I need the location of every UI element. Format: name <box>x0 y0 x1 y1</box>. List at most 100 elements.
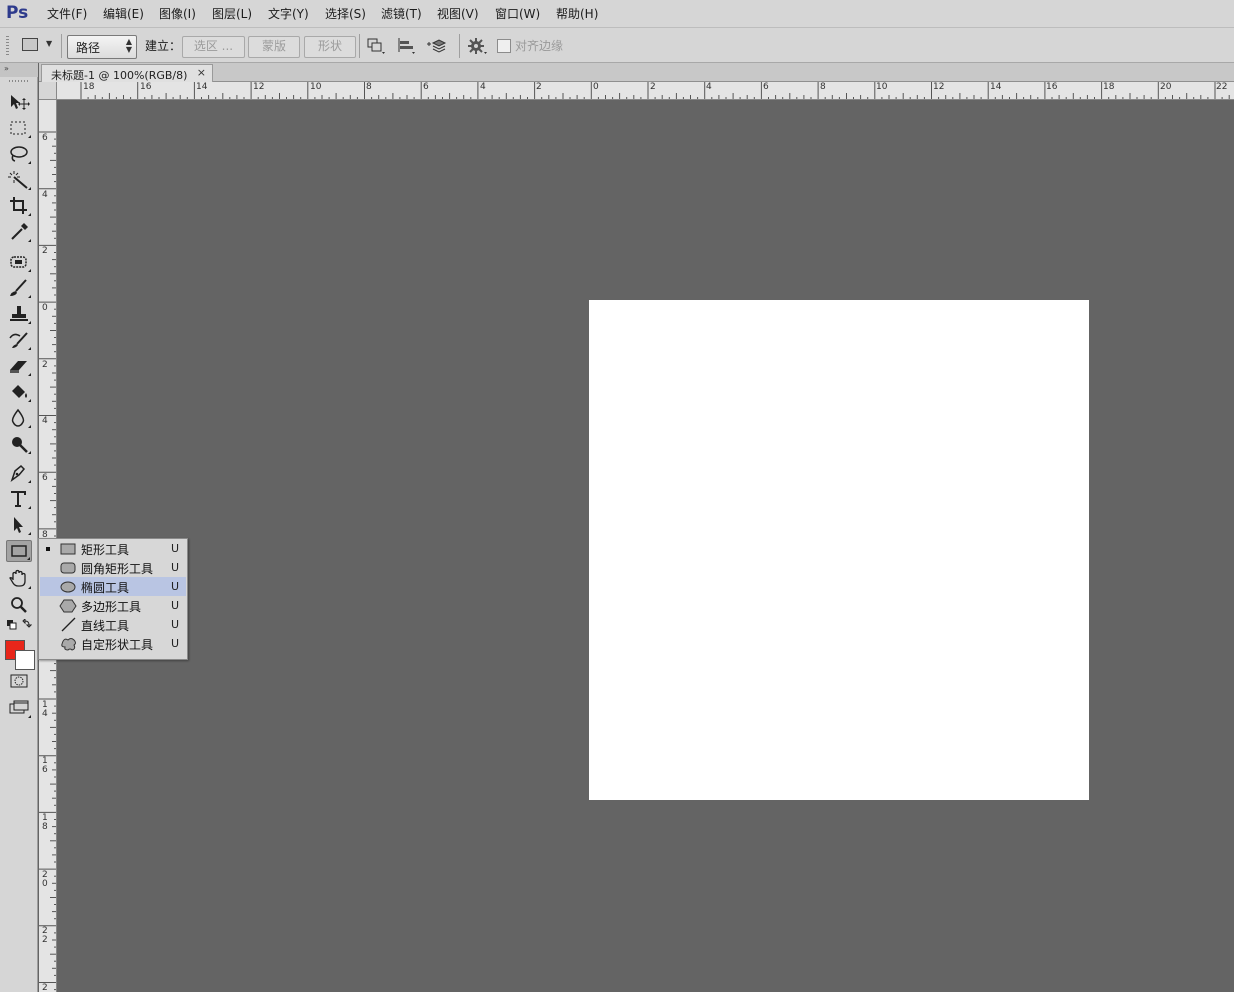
ruler-label: 10 <box>310 82 322 92</box>
options-bar-grip[interactable] <box>6 36 9 56</box>
separator <box>359 34 360 58</box>
path-alignment-icon[interactable] <box>395 36 417 56</box>
menu-filter[interactable]: 滤镜(T) <box>381 5 422 22</box>
flyout-item-shortcut: U <box>171 637 180 650</box>
flyout-item-label: 椭圆工具 <box>81 581 130 595</box>
path-operations-icon[interactable] <box>365 36 387 56</box>
align-edges-checkbox[interactable] <box>497 39 511 53</box>
ruler-label: 6 <box>42 473 48 483</box>
menu-select[interactable]: 选择(S) <box>325 5 366 22</box>
screen-mode-icon[interactable] <box>6 697 32 719</box>
menu-type[interactable]: 文字(Y) <box>268 5 309 22</box>
ruler-label: 4 <box>480 82 486 92</box>
menu-window[interactable]: 窗口(W) <box>495 5 540 22</box>
flyout-item-label: 多边形工具 <box>81 600 142 614</box>
menu-view[interactable]: 视图(V) <box>437 5 479 22</box>
settings-gear-icon[interactable] <box>466 36 488 56</box>
healing-brush-tool-icon[interactable] <box>6 251 32 273</box>
flyout-item-label: 自定形状工具 <box>81 638 154 652</box>
flyout-item-rounded-rectangle-tool[interactable]: 圆角矩形工具 U <box>40 558 186 577</box>
flyout-item-line-tool[interactable]: 直线工具 U <box>40 615 186 634</box>
path-arrangement-icon[interactable] <box>425 36 447 56</box>
menu-image[interactable]: 图像(I) <box>159 5 196 22</box>
flyout-item-shortcut: U <box>171 542 180 555</box>
type-tool-icon[interactable] <box>6 488 32 510</box>
tools-panel-grip[interactable] <box>9 80 29 82</box>
ruler-label: 18 <box>1103 82 1115 92</box>
background-color-swatch[interactable] <box>15 650 35 670</box>
tool-mode-select[interactable]: 路径 ▲ ▼ <box>67 35 137 59</box>
document-tab-title: 未标题-1 @ 100%(RGB/8) <box>51 69 188 82</box>
custom-shape-icon <box>59 636 77 651</box>
ruler-label: 1 8 <box>42 813 48 832</box>
eyedropper-tool-icon[interactable] <box>6 221 32 243</box>
document-canvas[interactable] <box>589 300 1089 800</box>
options-bar: ▼ 路径 ▲ ▼ 建立： 选区 ... 蒙版 形状 对齐边缘 <box>0 27 1234 63</box>
ruler-label: 16 <box>1046 82 1058 92</box>
brush-tool-icon[interactable] <box>6 277 32 299</box>
make-selection-button[interactable]: 选区 ... <box>182 36 245 58</box>
pen-tool-icon[interactable] <box>6 462 32 484</box>
ruler-label: 20 <box>1160 82 1172 92</box>
rounded-rectangle-icon <box>59 560 77 575</box>
ruler-label: 1 6 <box>42 756 48 775</box>
ruler-label: 2 <box>42 246 48 256</box>
paint-bucket-tool-icon[interactable] <box>6 381 32 403</box>
history-brush-tool-icon[interactable] <box>6 329 32 351</box>
quick-mask-icon[interactable] <box>6 670 32 692</box>
spinner-icon: ▲ ▼ <box>125 37 132 54</box>
clone-stamp-tool-icon[interactable] <box>6 303 32 325</box>
hand-tool-icon[interactable] <box>6 568 32 590</box>
menu-edit[interactable]: 编辑(E) <box>103 5 144 22</box>
flyout-item-ellipse-tool[interactable]: 椭圆工具 U <box>40 577 186 596</box>
flyout-item-custom-shape-tool[interactable]: 自定形状工具 U <box>40 634 186 653</box>
flyout-item-shortcut: U <box>171 580 180 593</box>
make-mask-button[interactable]: 蒙版 <box>248 36 300 58</box>
close-icon[interactable]: × <box>197 66 206 79</box>
flyout-item-rectangle-tool[interactable]: 矩形工具 U <box>40 539 186 558</box>
ruler-label: 2 <box>650 82 656 92</box>
ruler-origin[interactable] <box>39 82 57 100</box>
flyout-item-shortcut: U <box>171 561 180 574</box>
tool-mode-value: 路径 <box>76 41 101 55</box>
separator <box>459 34 460 58</box>
dodge-tool-icon[interactable] <box>6 433 32 455</box>
ruler-label: 0 <box>42 303 48 313</box>
tools-panel: » <box>0 63 38 992</box>
rectangle-tool-icon[interactable] <box>6 540 32 562</box>
horizontal-ruler[interactable]: 18 16 14 12 10 8 6 4 2 0 2 4 6 8 10 12 1… <box>57 82 1234 100</box>
ruler-label: 12 <box>933 82 945 92</box>
align-edges-label: 对齐边缘 <box>515 39 564 53</box>
menu-bar: Ps 文件(F) 编辑(E) 图像(I) 图层(L) 文字(Y) 选择(S) 滤… <box>0 0 1234 27</box>
ruler-label: 8 <box>820 82 826 92</box>
ruler-label: 4 <box>42 416 48 426</box>
crop-tool-icon[interactable] <box>6 195 32 217</box>
zoom-tool-icon[interactable] <box>6 594 32 616</box>
blur-tool-icon[interactable] <box>6 407 32 429</box>
magic-wand-tool-icon[interactable] <box>6 169 32 191</box>
tool-preset-rectangle-icon[interactable] <box>22 38 38 51</box>
menu-file[interactable]: 文件(F) <box>47 5 87 22</box>
selected-bullet-icon <box>46 547 50 551</box>
eraser-tool-icon[interactable] <box>6 355 32 377</box>
tool-preset-caret-icon[interactable]: ▼ <box>46 39 52 48</box>
menu-help[interactable]: 帮助(H) <box>556 5 598 22</box>
tools-panel-collapse-icon[interactable]: » <box>0 63 38 77</box>
move-tool-icon[interactable] <box>6 91 32 113</box>
ruler-label: 12 <box>253 82 265 92</box>
ruler-label: 6 <box>42 133 48 143</box>
make-shape-button[interactable]: 形状 <box>304 36 356 58</box>
app-logo: Ps <box>6 3 29 23</box>
document-tab[interactable]: 未标题-1 @ 100%(RGB/8) × <box>41 64 213 82</box>
separator <box>61 34 62 58</box>
default-colors-icon[interactable] <box>6 619 32 631</box>
menu-layer[interactable]: 图层(L) <box>212 5 252 22</box>
path-selection-tool-icon[interactable] <box>6 514 32 536</box>
flyout-item-polygon-tool[interactable]: 多边形工具 U <box>40 596 186 615</box>
flyout-item-label: 直线工具 <box>81 619 130 633</box>
marquee-tool-icon[interactable] <box>6 117 32 139</box>
lasso-tool-icon[interactable] <box>6 143 32 165</box>
flyout-item-shortcut: U <box>171 599 180 612</box>
shape-tool-flyout-menu: 矩形工具 U 圆角矩形工具 U 椭圆工具 U 多边形工具 U 直线工具 U 自定… <box>38 538 188 660</box>
ruler-label: 2 2 <box>42 926 48 945</box>
